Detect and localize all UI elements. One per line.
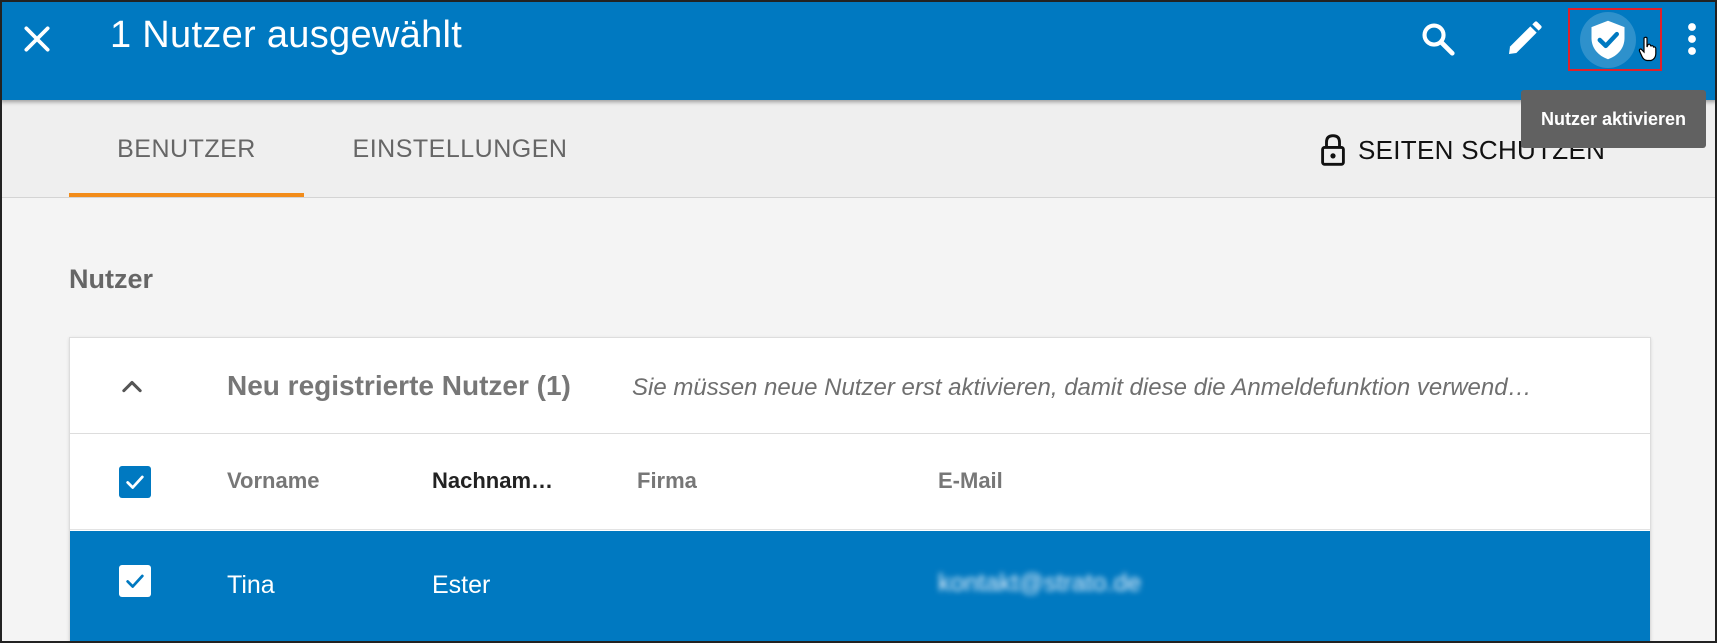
edit-button[interactable] (1497, 12, 1551, 66)
pencil-icon (1509, 21, 1542, 54)
column-header-nachname[interactable]: Nachnam… (432, 468, 553, 494)
chevron-up-icon (122, 380, 142, 393)
tooltip: Nutzer aktivieren (1521, 90, 1706, 148)
row-checkbox[interactable] (119, 565, 151, 597)
top-app-bar: 1 Nutzer ausgewählt (0, 0, 1717, 100)
table-header: Vorname Nachnam… Firma E-Mail (70, 434, 1650, 530)
close-icon (24, 26, 50, 52)
more-vert-icon (1688, 23, 1696, 55)
search-button[interactable] (1411, 12, 1465, 66)
user-group-card: Neu registrierte Nutzer (1) Sie müssen n… (69, 337, 1651, 643)
column-header-vorname[interactable]: Vorname (227, 468, 320, 494)
column-header-email[interactable]: E-Mail (938, 468, 1003, 494)
tab-einstellungen[interactable]: EINSTELLUNGEN (330, 100, 590, 198)
search-icon (1422, 23, 1455, 56)
cell-nachname: Ester (432, 571, 491, 599)
table-row[interactable]: Tina Ester kontakt@strato.de (70, 531, 1650, 643)
tab-bar: BENUTZER EINSTELLUNGEN SEITEN SCHÜTZEN (0, 100, 1717, 198)
section-title: Nutzer (69, 264, 154, 294)
check-icon (126, 475, 144, 489)
cell-email: kontakt@strato.de (938, 569, 1142, 597)
column-header-firma[interactable]: Firma (637, 468, 697, 494)
more-options-button[interactable] (1674, 12, 1710, 66)
activate-user-button[interactable] (1568, 8, 1662, 71)
selection-title: 1 Nutzer ausgewählt (110, 14, 463, 56)
close-selection-button[interactable] (16, 18, 58, 60)
tab-benutzer[interactable]: BENUTZER (69, 100, 304, 198)
collapse-group-button[interactable] (114, 368, 150, 404)
hand-cursor-icon (1638, 36, 1657, 62)
lock-icon (1321, 134, 1345, 166)
group-header: Neu registrierte Nutzer (1) Sie müssen n… (70, 338, 1650, 434)
shield-check-icon (1591, 20, 1625, 60)
select-all-checkbox[interactable] (119, 466, 151, 498)
group-title: Neu registrierte Nutzer (1) (227, 370, 571, 401)
check-icon (126, 574, 144, 588)
cell-vorname: Tina (227, 571, 275, 599)
group-hint: Sie müssen neue Nutzer erst aktivieren, … (632, 374, 1532, 401)
